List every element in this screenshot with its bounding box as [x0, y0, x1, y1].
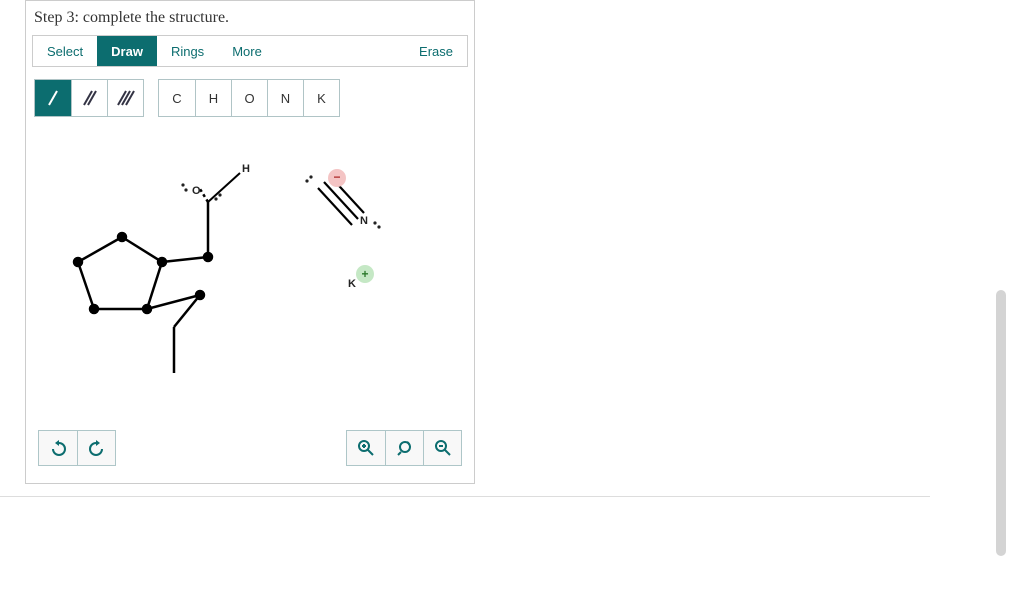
single-bond-button[interactable] [35, 80, 71, 116]
zoom-fit-button[interactable] [385, 431, 423, 465]
tool-shelf: C H O N K [32, 79, 468, 117]
bottom-toolbar [38, 430, 462, 466]
tab-erase[interactable]: Erase [405, 36, 467, 66]
zoom-in-button[interactable] [347, 431, 385, 465]
drawing-canvas[interactable]: O H N K − + [32, 127, 468, 472]
tab-select[interactable]: Select [33, 36, 97, 66]
redo-button[interactable] [77, 431, 115, 465]
tab-rings[interactable]: Rings [157, 36, 218, 66]
oxygen-atom-label: O [192, 185, 201, 197]
potassium-atom-label: K [348, 278, 356, 290]
atom-o-button[interactable]: O [231, 80, 267, 116]
atom-n-button[interactable]: N [267, 80, 303, 116]
atom-k-button[interactable]: K [303, 80, 339, 116]
triple-bond-icon [116, 88, 136, 108]
page-container: Step 3: complete the structure. Select D… [0, 0, 930, 497]
zoom-out-icon [434, 439, 452, 457]
zoom-fit-icon [396, 439, 414, 457]
history-group [38, 430, 116, 466]
undo-icon [50, 440, 67, 457]
atom-c-button[interactable]: C [159, 80, 195, 116]
tab-draw[interactable]: Draw [97, 36, 157, 66]
redo-icon [88, 440, 105, 457]
hydrogen-atom-label: H [242, 163, 250, 175]
atom-h-button[interactable]: H [195, 80, 231, 116]
zoom-group [346, 430, 462, 466]
double-bond-button[interactable] [71, 80, 107, 116]
mode-tab-row: Select Draw Rings More Erase [32, 35, 468, 67]
negative-charge-icon: − [328, 169, 346, 187]
undo-button[interactable] [39, 431, 77, 465]
structure-editor: Step 3: complete the structure. Select D… [25, 0, 475, 484]
page-scrollbar[interactable] [996, 290, 1006, 556]
zoom-out-button[interactable] [423, 431, 461, 465]
positive-charge-icon: + [356, 265, 374, 283]
drawing-canvas-scroll[interactable]: O H N K − + [32, 127, 468, 477]
zoom-in-icon [357, 439, 375, 457]
double-bond-icon [81, 88, 99, 108]
step-title: Step 3: complete the structure. [32, 7, 468, 35]
bond-tool-group [34, 79, 144, 117]
atom-tool-group: C H O N K [158, 79, 340, 117]
single-bond-icon [45, 88, 61, 108]
nitrogen-atom-label: N [360, 215, 368, 227]
molecule-svg [32, 127, 452, 447]
triple-bond-button[interactable] [107, 80, 143, 116]
tab-more[interactable]: More [218, 36, 276, 66]
